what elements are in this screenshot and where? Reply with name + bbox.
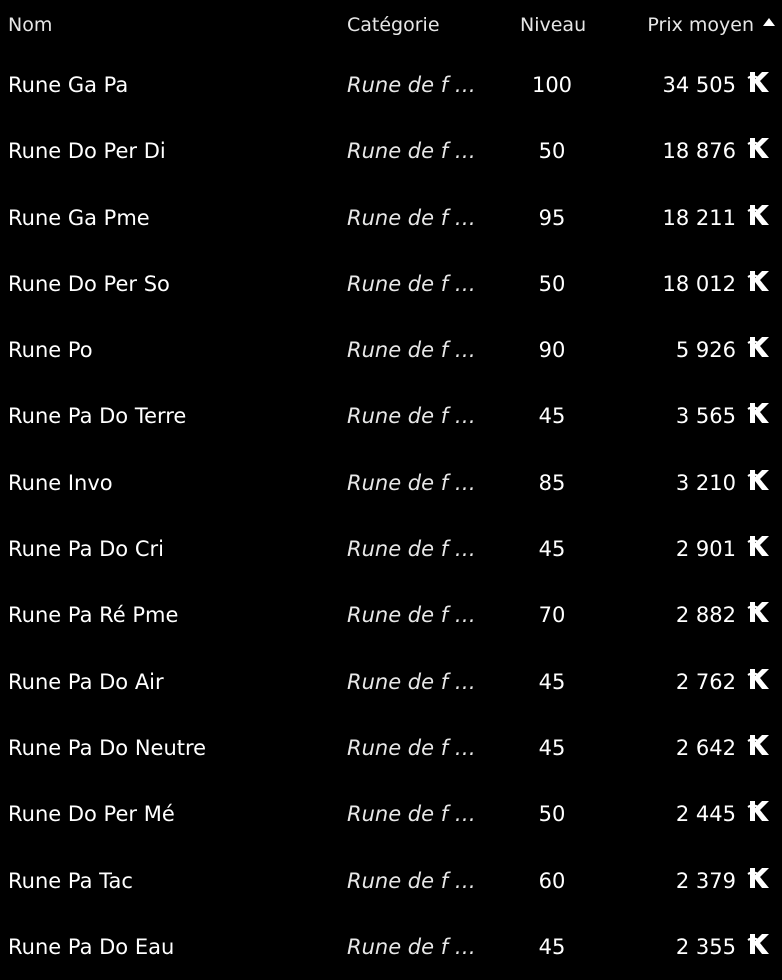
item-level: 45 xyxy=(538,669,566,694)
table-row[interactable]: Rune Do Per So Rune de f … 50 18 012 xyxy=(0,251,782,317)
item-price: 2 762 xyxy=(675,669,736,694)
item-name: Rune Invo xyxy=(8,470,113,495)
item-name: Rune Pa Do Neutre xyxy=(8,735,207,760)
kamas-icon xyxy=(747,337,769,358)
item-price: 2 882 xyxy=(675,603,736,628)
item-name: Rune Ga Pme xyxy=(8,205,150,230)
kamas-icon xyxy=(747,668,769,689)
item-level: 45 xyxy=(538,934,566,959)
item-level: 45 xyxy=(538,735,566,760)
item-name: Rune Pa Ré Pme xyxy=(8,603,179,628)
table-row[interactable]: Rune Pa Do Eau Rune de f … 45 2 355 xyxy=(0,914,782,980)
kamas-icon xyxy=(747,867,769,888)
item-level: 50 xyxy=(538,139,566,164)
item-level: 50 xyxy=(538,802,566,827)
item-category: Rune de f … xyxy=(347,868,476,893)
kamas-icon xyxy=(747,801,769,822)
column-header-name[interactable]: Nom xyxy=(8,14,52,36)
item-price: 2 445 xyxy=(675,802,736,827)
item-price: 18 876 xyxy=(662,139,736,164)
table-body: Rune Ga Pa Rune de f … 100 34 505 Rune D… xyxy=(0,52,782,980)
item-price: 2 901 xyxy=(675,537,736,562)
item-level: 100 xyxy=(531,73,573,97)
item-price: 3 210 xyxy=(675,470,736,495)
item-price: 18 211 xyxy=(662,205,736,230)
kamas-icon xyxy=(747,138,769,159)
kamas-icon xyxy=(747,270,769,291)
column-header-level[interactable]: Niveau xyxy=(520,14,586,36)
item-category: Rune de f … xyxy=(347,205,476,230)
item-category: Rune de f … xyxy=(347,537,476,562)
kamas-icon xyxy=(747,536,769,557)
item-name: Rune Do Per Mé xyxy=(8,802,175,827)
kamas-icon xyxy=(747,602,769,623)
table-row[interactable]: Rune Pa Tac Rune de f … 60 2 379 xyxy=(0,848,782,914)
column-header-category[interactable]: Catégorie xyxy=(347,14,440,36)
item-level: 45 xyxy=(538,537,566,562)
sort-ascending-icon[interactable] xyxy=(763,18,775,26)
table-row[interactable]: Rune Pa Do Cri Rune de f … 45 2 901 xyxy=(0,516,782,582)
item-level: 95 xyxy=(538,205,566,230)
kamas-icon xyxy=(747,72,769,92)
item-category: Rune de f … xyxy=(347,669,476,694)
item-category: Rune de f … xyxy=(347,338,476,363)
item-level: 45 xyxy=(538,404,566,429)
item-name: Rune Pa Do Eau xyxy=(8,934,175,959)
item-price: 2 355 xyxy=(675,934,736,959)
item-level: 60 xyxy=(538,868,566,893)
item-price: 18 012 xyxy=(662,271,736,296)
table-header: Nom Catégorie Niveau Prix moyen xyxy=(0,0,782,52)
item-price: 34 505 xyxy=(662,73,736,97)
kamas-icon xyxy=(747,469,769,490)
item-level: 70 xyxy=(538,603,566,628)
item-category: Rune de f … xyxy=(347,271,476,296)
table-row[interactable]: Rune Pa Ré Pme Rune de f … 70 2 882 xyxy=(0,582,782,648)
item-category: Rune de f … xyxy=(347,139,476,164)
item-name: Rune Pa Do Terre xyxy=(8,404,187,429)
item-category: Rune de f … xyxy=(347,73,476,97)
kamas-icon xyxy=(747,204,769,225)
item-price: 5 926 xyxy=(675,338,736,363)
table-row[interactable]: Rune Invo Rune de f … 85 3 210 xyxy=(0,450,782,516)
item-price: 2 642 xyxy=(675,735,736,760)
item-category: Rune de f … xyxy=(347,404,476,429)
table-row[interactable]: Rune Ga Pme Rune de f … 95 18 211 xyxy=(0,185,782,251)
item-level: 50 xyxy=(538,271,566,296)
column-header-price[interactable]: Prix moyen xyxy=(647,14,754,36)
item-category: Rune de f … xyxy=(347,735,476,760)
item-name: Rune Do Per So xyxy=(8,271,170,296)
item-level: 85 xyxy=(538,470,566,495)
item-name: Rune Do Per Di xyxy=(8,139,166,164)
item-category: Rune de f … xyxy=(347,934,476,959)
price-table: Nom Catégorie Niveau Prix moyen Rune Ga … xyxy=(0,0,782,959)
item-category: Rune de f … xyxy=(347,802,476,827)
item-category: Rune de f … xyxy=(347,470,476,495)
table-row[interactable]: Rune Do Per Mé Rune de f … 50 2 445 xyxy=(0,781,782,847)
table-row[interactable]: Rune Pa Do Air Rune de f … 45 2 762 xyxy=(0,649,782,715)
kamas-icon xyxy=(747,734,769,755)
table-row[interactable]: Rune Pa Do Neutre Rune de f … 45 2 642 xyxy=(0,715,782,781)
item-name: Rune Pa Tac xyxy=(8,868,133,893)
kamas-icon xyxy=(747,933,769,954)
item-name: Rune Pa Do Air xyxy=(8,669,164,694)
kamas-icon xyxy=(747,403,769,424)
table-row[interactable]: Rune Ga Pa Rune de f … 100 34 505 xyxy=(0,52,782,118)
item-category: Rune de f … xyxy=(347,603,476,628)
item-name: Rune Po xyxy=(8,338,93,363)
table-row[interactable]: Rune Pa Do Terre Rune de f … 45 3 565 xyxy=(0,383,782,449)
item-price: 3 565 xyxy=(675,404,736,429)
item-name: Rune Ga Pa xyxy=(8,73,129,97)
item-name: Rune Pa Do Cri xyxy=(8,537,164,562)
item-level: 90 xyxy=(538,338,566,363)
table-row[interactable]: Rune Po Rune de f … 90 5 926 xyxy=(0,317,782,383)
item-price: 2 379 xyxy=(675,868,736,893)
table-row[interactable]: Rune Do Per Di Rune de f … 50 18 876 xyxy=(0,118,782,184)
